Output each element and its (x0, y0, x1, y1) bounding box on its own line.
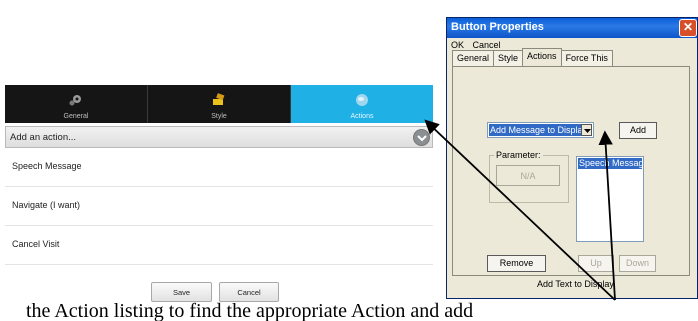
action-label: Cancel Visit (12, 239, 60, 249)
dialog-titlebar: Button Properties ✕ (447, 18, 697, 38)
add-action-label: Add an action... (10, 132, 77, 143)
mobile-button-editor: General Style Actions Add an action... S… (5, 85, 433, 321)
tab-style-label: Style (211, 113, 227, 120)
tab-style[interactable]: Style (148, 85, 291, 123)
remove-button[interactable]: Remove (487, 255, 546, 272)
cancel-button[interactable]: Cancel (219, 282, 279, 302)
dialog-tabstrip: General Style Actions Force This (452, 48, 613, 66)
actions-tab-panel (452, 66, 690, 276)
down-button: Down (619, 255, 656, 272)
tab-bar: General Style Actions (5, 85, 433, 123)
up-button: Up (578, 255, 614, 272)
parameter-label: Parameter: (494, 150, 543, 160)
gears-icon (69, 95, 81, 106)
add-action-dropdown[interactable]: Add an action... (5, 126, 433, 148)
action-list-item[interactable]: Navigate (I want) (5, 187, 433, 226)
dropdown-arrow-icon[interactable] (581, 124, 592, 136)
list-item[interactable]: Speech Message (578, 158, 642, 169)
globe-icon (356, 94, 368, 106)
document-caption-text: the Action listing to find the appropria… (26, 300, 474, 321)
dialog-tab-style[interactable]: Style (493, 50, 524, 66)
parameter-value-button: N/A (496, 165, 560, 186)
tab-actions[interactable]: Actions (291, 85, 433, 123)
action-listbox[interactable]: Speech Message (576, 156, 644, 242)
action-combo-box[interactable]: Add Message to Display (487, 122, 594, 138)
dialog-footer-text: Add Text to Display (537, 279, 614, 289)
dialog-tab-general[interactable]: General (452, 50, 495, 66)
tab-general-label: General (63, 113, 89, 120)
action-label: Speech Message (12, 161, 82, 171)
action-list-item[interactable]: Speech Message (5, 148, 433, 187)
tab-general[interactable]: General (5, 85, 148, 123)
dialog-tab-force-this[interactable]: Force This (560, 50, 613, 66)
save-button[interactable]: Save (151, 282, 212, 302)
dialog-tab-actions[interactable]: Actions (522, 48, 562, 66)
combo-selected-value: Add Message to Display (489, 124, 582, 136)
add-button[interactable]: Add (619, 122, 657, 139)
action-list-item[interactable]: Cancel Visit (5, 226, 433, 265)
action-label: Navigate (I want) (12, 200, 81, 210)
dialog-title: Button Properties (451, 21, 544, 33)
chevron-down-icon[interactable] (413, 129, 430, 146)
close-icon[interactable]: ✕ (679, 19, 697, 37)
paint-brush-icon (213, 93, 225, 105)
tab-actions-label: Actions (350, 113, 374, 120)
